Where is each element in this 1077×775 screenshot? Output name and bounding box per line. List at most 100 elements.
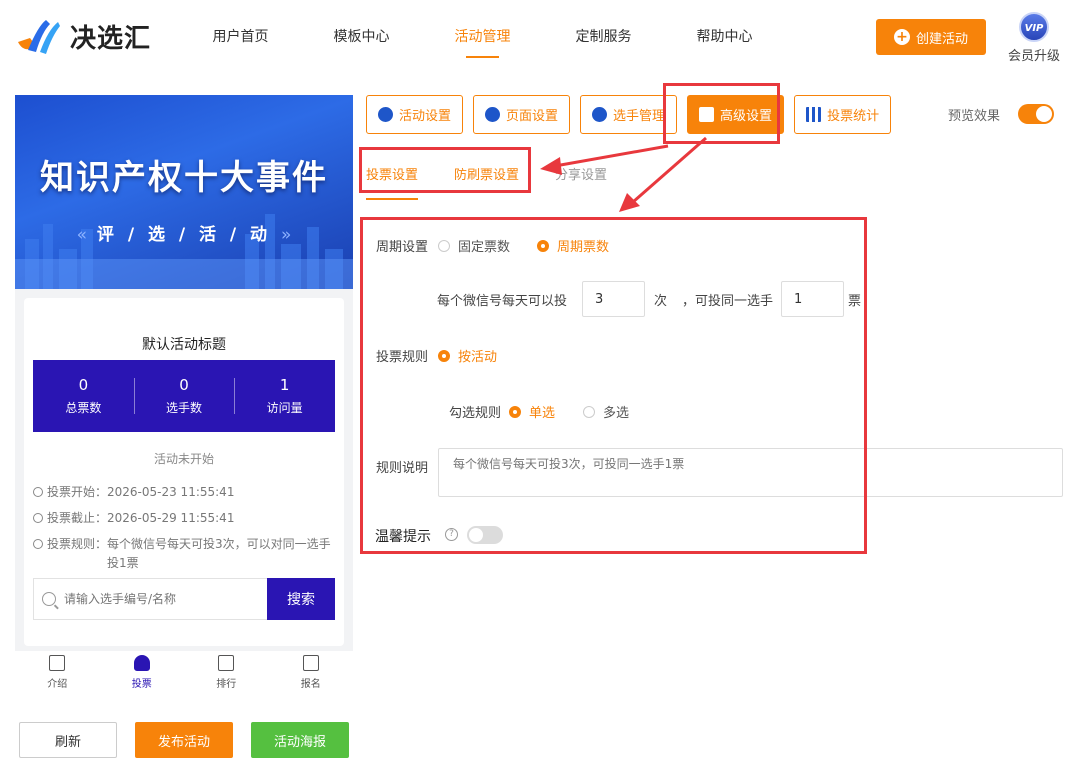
tab-ranking-label: 排行 (216, 679, 237, 690)
tab-intro-label: 介绍 (47, 679, 68, 690)
player-search: 搜索 (33, 578, 335, 620)
tab-advanced-settings[interactable]: 高级设置 (687, 95, 785, 134)
radio-dot (509, 405, 521, 418)
nav-templates[interactable]: 模板中心 (301, 26, 422, 58)
tab-signup[interactable]: 报名 (269, 651, 354, 695)
times-unit: 次 (654, 294, 668, 309)
stat-label: 访问量 (266, 401, 303, 415)
publish-activity-button[interactable]: 发布活动 (135, 722, 233, 758)
stat-label: 总票数 (65, 401, 102, 415)
vote-rule-label: 投票规则 (376, 350, 429, 365)
banner-arrow-left: « (76, 225, 87, 245)
vote-start-info: 投票开始：2026-05-23 11:55:41 (33, 483, 234, 502)
settings-tabs: 活动设置 页面设置 选手管理 高级设置 投票统计 (366, 95, 901, 134)
refresh-button[interactable]: 刷新 (19, 722, 117, 758)
plus-icon: + (893, 29, 910, 45)
tab-player-management[interactable]: 选手管理 (580, 95, 678, 134)
signup-icon (302, 655, 319, 671)
tab-intro[interactable]: 介绍 (15, 651, 100, 695)
stat-value: 0 (78, 376, 89, 394)
banner-subtitle: « 评 / 选 / 活 / 动 » (15, 220, 353, 245)
banner-subtitle-text: 评 / 选 / 活 / 动 (96, 225, 272, 245)
settings-icon (699, 107, 715, 122)
radio-label: 按活动 (458, 350, 498, 365)
search-button[interactable]: 搜索 (267, 578, 335, 620)
per-day-label: 每个微信号每天可以投 (437, 294, 568, 309)
stats-panel: 0 总票数 0 选手数 1 访问量 (33, 360, 335, 432)
nav-help[interactable]: 帮助中心 (664, 26, 785, 58)
highlight-form (360, 217, 867, 554)
stat-players: 0 选手数 (133, 376, 235, 416)
radio-single-select[interactable]: 单选 (509, 402, 555, 421)
bottom-actions: 刷新 发布活动 活动海报 (19, 722, 349, 758)
radio-period-votes[interactable]: 周期票数 (537, 236, 609, 255)
stat-total-votes: 0 总票数 (33, 376, 134, 416)
preview-toggle[interactable] (1018, 104, 1055, 124)
radio-multi-select[interactable]: 多选 (583, 402, 629, 421)
vip-upgrade[interactable]: VIP 会员升级 (1006, 12, 1062, 64)
radio-fixed-votes[interactable]: 固定票数 (438, 236, 510, 255)
vote-end-info: 投票截止：2026-05-29 11:55:41 (33, 509, 234, 528)
logo-icon (16, 16, 62, 56)
vote-start-text: 投票开始：2026-05-23 11:55:41 (47, 485, 235, 499)
preview-label: 预览效果 (948, 108, 1001, 124)
votes-unit: 票 (848, 294, 862, 309)
subtab-vote-settings[interactable]: 投票设置 (366, 164, 419, 200)
tip-label: 温馨提示 (375, 529, 431, 545)
tab-signup-label: 报名 (300, 679, 321, 690)
clock-icon (33, 487, 43, 497)
radio-dot (438, 349, 450, 362)
tip-toggle[interactable] (467, 526, 503, 544)
daily-votes-input[interactable] (582, 281, 645, 317)
ranking-icon (218, 655, 235, 671)
activity-title: 默认活动标题 (142, 337, 226, 353)
subtab-share-settings[interactable]: 分享设置 (555, 164, 607, 200)
vote-rule-info: 投票规则：每个微信号每天可投3次，可以对同一选手 投1票 (33, 535, 331, 573)
radio-dot (537, 239, 549, 252)
same-player-votes-input[interactable] (781, 281, 844, 317)
nav-home[interactable]: 用户首页 (180, 26, 301, 58)
tab-ranking[interactable]: 排行 (184, 651, 269, 695)
tab-vote-statistics[interactable]: 投票统计 (794, 95, 892, 134)
search-icon (42, 592, 56, 606)
logo-text: 决选汇 (70, 23, 152, 54)
radio-label: 周期票数 (557, 240, 610, 255)
main-nav: 用户首页 模板中心 活动管理 定制服务 帮助中心 (180, 26, 785, 58)
stat-visits: 1 访问量 (234, 376, 335, 416)
vip-badge-icon: VIP (1019, 12, 1049, 42)
user-icon (133, 655, 150, 671)
banner-title: 知识产权十大事件 (40, 158, 328, 198)
vip-label: 会员升级 (1007, 49, 1060, 64)
tab-vote[interactable]: 投票 (100, 651, 185, 695)
help-icon[interactable]: ? (445, 528, 458, 541)
logo[interactable]: 决选汇 (16, 16, 151, 56)
tab-activity-settings[interactable]: 活动设置 (366, 95, 464, 134)
radio-label: 多选 (603, 406, 630, 421)
activity-poster-button[interactable]: 活动海报 (251, 722, 349, 758)
stat-label: 选手数 (166, 401, 203, 415)
tab-page-settings[interactable]: 页面设置 (473, 95, 571, 134)
activity-card: 默认活动标题 0 总票数 0 选手数 1 访问量 活动未开始 投票开始：2026… (15, 289, 353, 651)
subtab-anti-fraud[interactable]: 防刷票设置 (454, 164, 519, 200)
rule-description-input[interactable] (438, 448, 1063, 497)
tab-vote-label: 投票 (131, 679, 152, 690)
nav-custom-service[interactable]: 定制服务 (543, 26, 664, 58)
search-input[interactable] (64, 592, 244, 606)
sub-tabs: 投票设置 防刷票设置 分享设置 (366, 164, 643, 200)
tab-label: 页面设置 (506, 109, 559, 124)
tab-label: 高级设置 (720, 109, 773, 124)
vote-rule-text: 投票规则：每个微信号每天可投3次，可以对同一选手 (47, 537, 331, 551)
create-activity-label: 创建活动 (915, 31, 968, 47)
preview-tabbar: 介绍 投票 排行 报名 (15, 651, 353, 695)
tab-label: 活动设置 (399, 109, 452, 124)
users-icon (592, 107, 608, 122)
create-activity-button[interactable]: + 创建活动 (876, 19, 986, 55)
nav-activity-management[interactable]: 活动管理 (422, 26, 543, 58)
radio-label: 单选 (529, 406, 556, 421)
radio-by-activity[interactable]: 按活动 (438, 346, 497, 365)
banner-arrow-right: » (280, 225, 292, 245)
period-label: 周期设置 (376, 240, 429, 255)
tab-label: 选手管理 (613, 109, 666, 124)
stat-value: 1 (279, 376, 290, 394)
select-rule-label: 勾选规则 (449, 406, 502, 421)
